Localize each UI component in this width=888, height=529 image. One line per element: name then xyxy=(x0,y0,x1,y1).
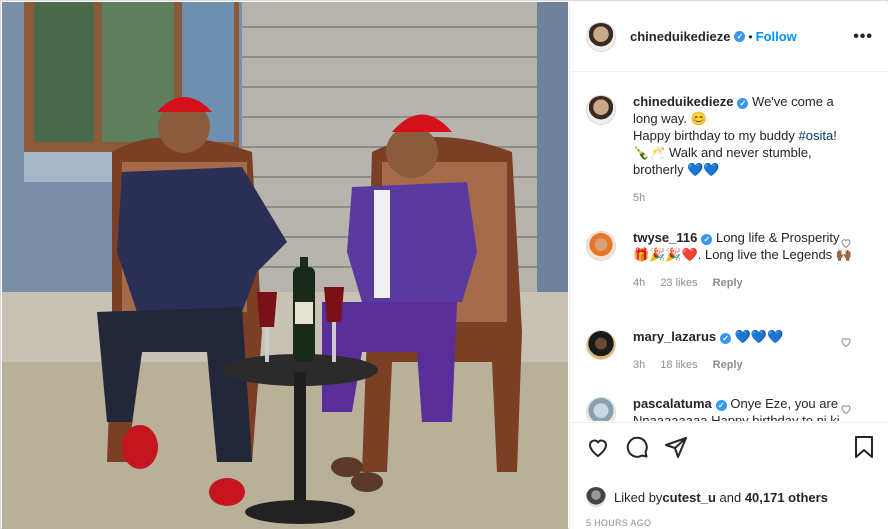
like-heart-icon[interactable] xyxy=(586,435,610,459)
comment-meta: 3h 18 likes Reply xyxy=(633,357,853,374)
verified-badge-icon: ✓ xyxy=(734,31,746,42)
verified-badge-icon: ✓ xyxy=(715,400,727,411)
liked-by-prefix: Liked by xyxy=(614,489,663,505)
post-actions: Liked by cutest_u and 40,171 others 5 HO… xyxy=(570,422,888,529)
comment-item: twyse_116 ✓ Long life & Prosperity 🎁🎉🎉❤️.… xyxy=(586,229,876,292)
liked-by-user[interactable]: cutest_u xyxy=(662,490,715,505)
post-timestamp[interactable]: 5 HOURS AGO xyxy=(586,518,651,528)
caption-text-4: 🍾🥂 Walk and never stumble, brotherly 💙💙 xyxy=(633,145,812,177)
commenter-username[interactable]: twyse_116 xyxy=(633,230,697,245)
comments-list[interactable]: chineduikedieze ✓ We've come a long way. … xyxy=(570,73,888,421)
caption-avatar[interactable] xyxy=(586,95,616,125)
likes-summary: Liked by cutest_u and 40,171 others xyxy=(586,487,828,507)
reply-button[interactable]: Reply xyxy=(713,359,743,371)
comment-time[interactable]: 3h xyxy=(633,359,645,371)
caption-hashtag[interactable]: #osita xyxy=(798,128,833,143)
author-username[interactable]: chineduikedieze xyxy=(630,29,730,44)
post-frame: chineduikedieze ✓ • Follow ••• chineduik… xyxy=(0,0,888,529)
photo-illustration xyxy=(2,2,568,529)
post-sidebar: chineduikedieze ✓ • Follow ••• chineduik… xyxy=(569,2,888,529)
comment-time[interactable]: 4h xyxy=(633,277,645,289)
liked-by-mid: and xyxy=(715,489,745,505)
caption-text-2: Happy birthday to my buddy xyxy=(633,128,799,143)
caption-time[interactable]: 5h xyxy=(633,192,645,204)
caption-meta: 5h xyxy=(633,190,853,207)
caption-text-3: ! xyxy=(833,128,837,143)
comment-text: 💙💙💙 xyxy=(734,329,784,344)
like-comment-heart-icon[interactable] xyxy=(840,403,852,415)
verified-badge-icon: ✓ xyxy=(720,333,732,344)
caption-username[interactable]: chineduikedieze xyxy=(633,94,733,109)
commenter-username[interactable]: pascalatuma xyxy=(633,396,712,411)
comment-likes[interactable]: 23 likes xyxy=(660,277,697,289)
more-options-icon[interactable]: ••• xyxy=(853,28,873,46)
author-avatar[interactable] xyxy=(586,21,616,52)
follow-button[interactable]: Follow xyxy=(756,29,797,44)
comment-bubble-icon[interactable] xyxy=(625,435,649,459)
commenter-avatar[interactable] xyxy=(586,330,616,360)
commenter-username[interactable]: mary_lazarus xyxy=(633,329,716,344)
comment-meta: 4h 23 likes Reply xyxy=(633,275,853,292)
save-bookmark-icon[interactable] xyxy=(853,435,875,459)
comment-item: mary_lazarus ✓ 💙💙💙 3h 18 likes Reply xyxy=(586,328,876,374)
like-comment-heart-icon[interactable] xyxy=(840,336,852,348)
reply-button[interactable]: Reply xyxy=(713,277,743,289)
comment-item: pascalatuma ✓ Onye Eze, you are Nnaaaaaaa… xyxy=(586,395,876,421)
dot-separator: • xyxy=(748,29,753,44)
like-comment-heart-icon[interactable] xyxy=(840,237,852,249)
liker-avatar[interactable] xyxy=(586,487,606,507)
verified-badge-icon: ✓ xyxy=(737,98,749,109)
caption: chineduikedieze ✓ We've come a long way. … xyxy=(586,93,876,207)
post-header: chineduikedieze ✓ • Follow ••• xyxy=(570,2,888,72)
comment-likes[interactable]: 18 likes xyxy=(660,359,697,371)
share-send-icon[interactable] xyxy=(664,435,688,459)
post-photo[interactable] xyxy=(2,2,568,529)
commenter-avatar[interactable] xyxy=(586,397,616,421)
commenter-avatar[interactable] xyxy=(586,231,616,261)
verified-badge-icon: ✓ xyxy=(701,234,713,245)
liked-by-count[interactable]: 40,171 others xyxy=(745,490,828,505)
